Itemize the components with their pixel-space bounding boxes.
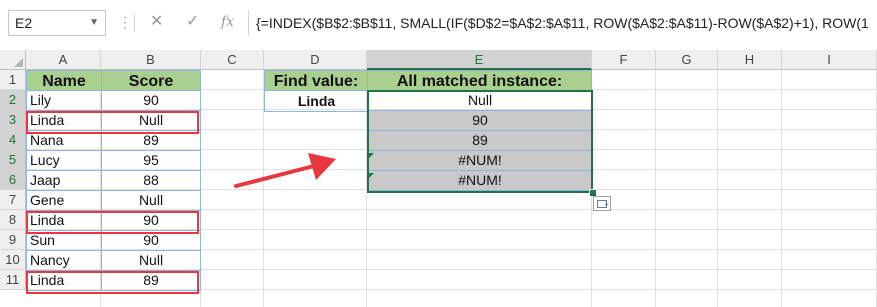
row-header-1[interactable]: 1 xyxy=(0,70,26,90)
red-arrow-icon xyxy=(234,153,336,188)
row-header-8[interactable]: 8 xyxy=(0,210,26,230)
selected-range xyxy=(367,90,593,193)
cell-b5[interactable]: 95 xyxy=(101,150,201,171)
highlight-row-8 xyxy=(26,211,199,234)
cell-e1[interactable]: All matched instance: xyxy=(367,70,592,91)
cell-a6[interactable]: Jaap xyxy=(26,170,102,191)
cell-a5[interactable]: Lucy xyxy=(26,150,102,171)
cell-b7[interactable]: Null xyxy=(101,190,201,211)
column-header-g[interactable]: G xyxy=(656,50,718,70)
cell-b2[interactable]: 90 xyxy=(101,90,201,111)
cell-a7[interactable]: Gene xyxy=(26,190,102,211)
row-header-6[interactable]: 6 xyxy=(0,170,26,190)
column-header-h[interactable]: H xyxy=(718,50,782,70)
row-header-9[interactable]: 9 xyxy=(0,230,26,250)
row-header-2[interactable]: 2 xyxy=(0,90,26,110)
cancel-icon[interactable]: ✕ xyxy=(150,10,163,34)
column-header-i[interactable]: I xyxy=(782,50,877,70)
cell-a10[interactable]: Nancy xyxy=(26,250,102,271)
formula-bar: E2 ▼ ⋮ ✕ ✓ fx {=INDEX($B$2:$B$11, SMALL(… xyxy=(0,0,877,50)
row-header-10[interactable]: 10 xyxy=(0,250,26,270)
column-header-b[interactable]: B xyxy=(101,50,201,70)
highlight-row-3 xyxy=(26,111,199,134)
cell-b10[interactable]: Null xyxy=(101,250,201,271)
row-header-7[interactable]: 7 xyxy=(0,190,26,210)
column-header-c[interactable]: C xyxy=(201,50,264,70)
select-all-button[interactable] xyxy=(0,50,26,70)
highlight-row-11 xyxy=(26,271,199,294)
column-header-a[interactable]: A xyxy=(26,50,101,70)
more-icon[interactable]: ⋮ xyxy=(118,10,132,34)
error-indicator-e6 xyxy=(369,173,374,178)
cell-a1[interactable]: Name xyxy=(26,70,102,91)
row-header-5[interactable]: 5 xyxy=(0,150,26,170)
row-header-4[interactable]: 4 xyxy=(0,130,26,150)
column-header-e[interactable]: E xyxy=(367,50,592,70)
cell-b6[interactable]: 88 xyxy=(101,170,201,191)
formula-input[interactable]: {=INDEX($B$2:$B$11, SMALL(IF($D$2=$A$2:$… xyxy=(248,10,868,36)
name-box[interactable]: E2 ▼ xyxy=(8,10,106,36)
cell-b1[interactable]: Score xyxy=(101,70,201,91)
enter-icon[interactable]: ✓ xyxy=(186,10,199,34)
row-header-3[interactable]: 3 xyxy=(0,110,26,130)
row-header-11[interactable]: 11 xyxy=(0,270,26,290)
name-box-value: E2 xyxy=(15,15,33,31)
error-indicator-e5 xyxy=(369,153,374,158)
fx-icon[interactable]: fx xyxy=(221,10,234,34)
column-header-d[interactable]: D xyxy=(264,50,367,70)
cell-d1[interactable]: Find value: xyxy=(264,70,368,91)
column-header-f[interactable]: F xyxy=(592,50,656,70)
cell-d2[interactable]: Linda xyxy=(264,91,368,112)
cell-a2[interactable]: Lily xyxy=(26,90,102,111)
quick-analysis-icon[interactable]: + xyxy=(593,196,611,211)
chevron-down-icon[interactable]: ▼ xyxy=(89,11,99,35)
